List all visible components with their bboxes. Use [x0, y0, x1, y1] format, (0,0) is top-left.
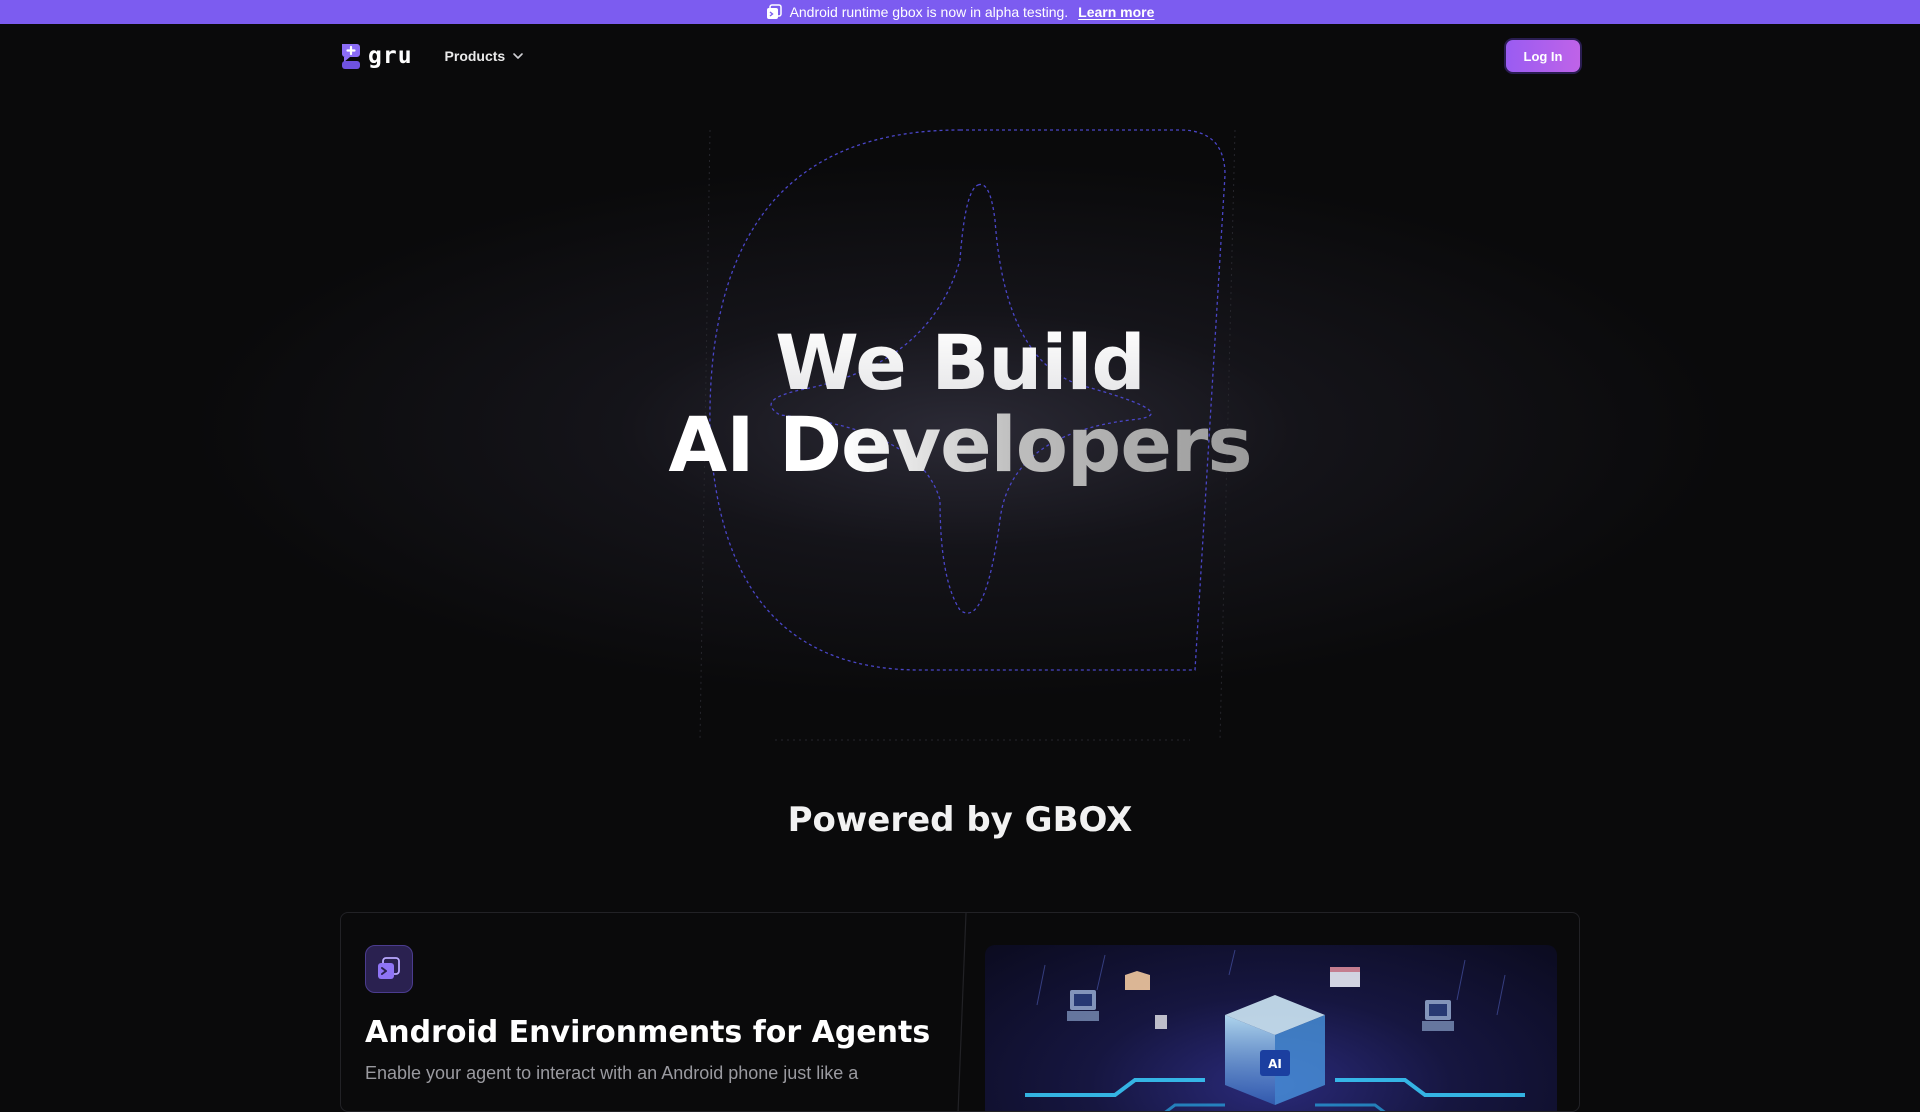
nav-products[interactable]: Products [445, 48, 526, 64]
chevron-down-icon [513, 53, 524, 59]
gbox-icon [766, 4, 782, 20]
announcement-bar: Android runtime gbox is now in alpha tes… [0, 0, 1920, 24]
feature-title: Android Environments for Agents [365, 1015, 931, 1050]
login-button[interactable]: Log In [1506, 40, 1580, 72]
hero-title-line1: We Build [0, 322, 1920, 404]
login-button-frame: Log In [1504, 38, 1582, 74]
logo-text: gru [368, 43, 413, 69]
feature-divider [957, 913, 967, 1111]
ai-chip-label: AI [1268, 1057, 1282, 1071]
feature-illustration: AI [985, 945, 1557, 1111]
powered-by-heading: Powered by GBOX [787, 800, 1133, 840]
feature-description: Enable your agent to interact with an An… [365, 1063, 859, 1083]
gbox-terminal-icon [365, 945, 413, 993]
site-header: gru Products Log In [340, 36, 1582, 76]
hero-title: We Build AI Developers [0, 322, 1920, 486]
feature-card: Android Environments for Agents Enable y… [340, 912, 1580, 1112]
announcement-text: Android runtime gbox is now in alpha tes… [789, 4, 1069, 20]
hero-title-line2: AI Developers [668, 400, 1252, 489]
nav-products-label: Products [444, 48, 506, 64]
gru-logo-icon [340, 42, 362, 70]
logo[interactable]: gru [340, 42, 413, 70]
learn-more-link[interactable]: Learn more [1078, 4, 1154, 20]
